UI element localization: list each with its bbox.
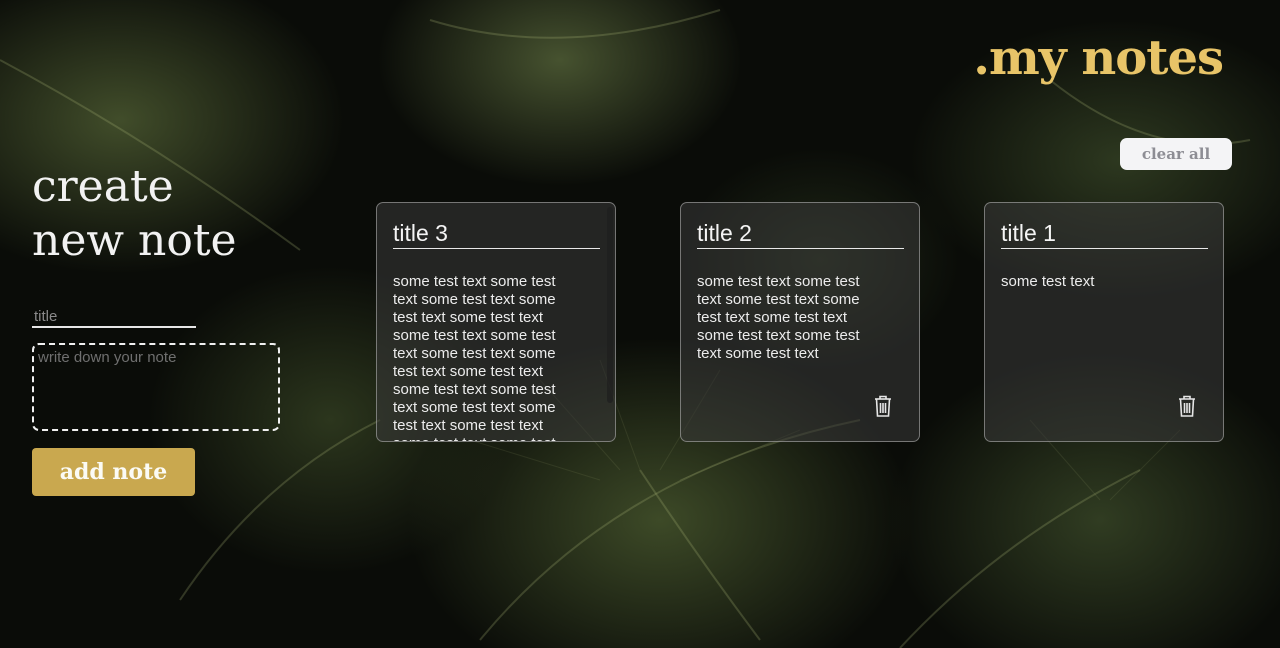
note-card-1: title 1 some test text xyxy=(984,202,1224,442)
create-note-heading: create new note xyxy=(32,160,237,268)
note-title: title 2 xyxy=(697,219,904,249)
app-brand-title: .my notes xyxy=(973,30,1224,86)
note-title: title 3 xyxy=(393,219,600,249)
trash-icon[interactable] xyxy=(873,394,893,418)
note-title-input[interactable] xyxy=(32,306,196,328)
add-note-button[interactable]: add note xyxy=(32,448,195,496)
create-heading-line1: create xyxy=(32,161,174,212)
note-scrollbar[interactable] xyxy=(607,207,613,403)
trash-icon[interactable] xyxy=(1177,394,1197,418)
note-title: title 1 xyxy=(1001,219,1208,249)
note-body: some test text some test text some test … xyxy=(697,273,860,362)
note-body: some test text xyxy=(1001,273,1095,290)
create-heading-line2: new note xyxy=(32,215,237,266)
clear-all-button[interactable]: clear all xyxy=(1120,138,1232,170)
note-body-textarea[interactable] xyxy=(32,343,280,431)
note-card-2: title 2 some test text some test text so… xyxy=(680,202,920,442)
note-card-3: title 3 some test text some test text so… xyxy=(376,202,616,442)
note-body: some test text some test text some test … xyxy=(393,273,556,441)
